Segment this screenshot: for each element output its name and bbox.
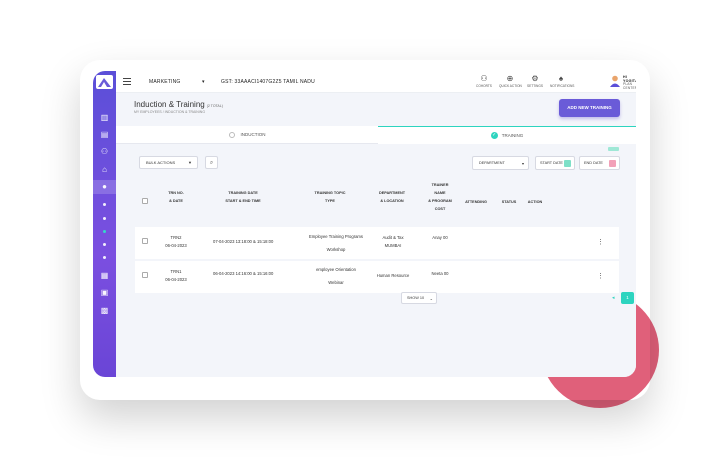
sidebar: ▥ ▤ ⚇ ⌂ ● ▦ ▣ ▩: [93, 71, 116, 377]
topic-cell: Employee Training Programs Workshop: [309, 234, 363, 252]
tab-indicator-chip: [608, 147, 619, 151]
department-cell: Audit & Tax MUMBAI: [382, 235, 404, 248]
tab-induction[interactable]: INDUCTION: [116, 126, 378, 144]
search-icon: ⌕: [209, 160, 214, 166]
topic-cell: employee Orientation Webinar: [316, 267, 356, 285]
caret-down-icon: ▼: [188, 160, 192, 165]
header-action: ACTION: [527, 200, 543, 204]
topbar: MARKETING ▾ GST: 33AAACI1407G2Z5 TAMIL N…: [116, 71, 636, 93]
dashboard-icon[interactable]: ▥: [99, 113, 110, 123]
table-row[interactable]: TRN1 06-04-2023 06-04-2023 14:16:00 & 15…: [135, 261, 619, 293]
building-icon[interactable]: ⌂: [99, 165, 110, 175]
settings-button[interactable]: ⚙ SETTINGS: [524, 74, 546, 88]
calendar-icon: [609, 160, 616, 167]
header-status: STATUS: [501, 200, 517, 204]
check-icon: ✓: [490, 132, 498, 140]
sidebar-subitem[interactable]: [103, 217, 106, 220]
header-attending: ATTENDING: [465, 200, 487, 204]
sidebar-subitem-active[interactable]: [103, 230, 106, 233]
table-row[interactable]: TRN2 06-04-2023 07-04-2023 13:18:00 & 15…: [135, 227, 619, 259]
sidebar-subitem[interactable]: [103, 256, 106, 259]
trn-cell: TRN1 06-04-2023: [165, 269, 187, 282]
caret-down-icon: ⌄: [429, 296, 433, 301]
select-all-checkbox[interactable]: [142, 198, 148, 204]
tab-training[interactable]: ✓ TRAINING: [378, 126, 636, 144]
trn-cell: TRN2 06-04-2023: [165, 235, 187, 248]
header-topic: TRAINING TOPIC TYPE: [314, 191, 346, 203]
quick-action-icon: ⊕: [506, 74, 514, 83]
avatar[interactable]: [610, 74, 620, 87]
documents-icon[interactable]: ▤: [99, 130, 110, 140]
row-checkbox[interactable]: [142, 272, 148, 278]
employee-icon[interactable]: ●: [99, 182, 110, 192]
training-date-cell: 06-04-2023 14:16:00 & 15:16:00: [213, 271, 274, 276]
start-date-input[interactable]: START DATE: [535, 156, 575, 170]
settings-icon: ⚙: [531, 74, 539, 83]
prev-page-icon[interactable]: ◂: [612, 295, 615, 301]
company-dropdown-caret[interactable]: ▾: [202, 79, 205, 85]
sidebar-subitem[interactable]: [103, 203, 106, 206]
row-checkbox[interactable]: [142, 238, 148, 244]
end-date-input[interactable]: END DATE: [579, 156, 620, 170]
calendar-icon: [564, 160, 571, 167]
cohorts-icon: ⚇: [480, 74, 488, 83]
company-select[interactable]: MARKETING: [149, 79, 181, 85]
add-new-training-button[interactable]: ADD NEW TRAINING: [559, 99, 620, 117]
page-size-select[interactable]: SHOW 10 ⌄: [401, 292, 437, 304]
notifications-button[interactable]: ♠ NOTIFICATIONS: [550, 74, 574, 88]
more-options-icon[interactable]: ⋮: [597, 239, 604, 246]
tab-bar: INDUCTION ✓ TRAINING: [116, 126, 636, 144]
cohorts-button[interactable]: ⚇ COHORTS: [473, 74, 495, 88]
main-content: Induction & Training (2 TOTAL) MY EMPLOYE…: [116, 93, 636, 377]
department-cell: Human Resource: [376, 273, 410, 278]
bell-icon: ♠: [558, 74, 564, 83]
radio-icon: [228, 131, 235, 138]
training-date-cell: 07-04-2023 13:18:00 & 15:18:00: [213, 239, 274, 244]
table-header: TRN NO. & DATE TRAINING DATE START & END…: [135, 181, 619, 225]
caret-down-icon: ▾: [521, 161, 524, 166]
sidebar-subitem[interactable]: [103, 243, 106, 246]
bulk-actions-select[interactable]: BULK ACTIONS ▼: [139, 156, 198, 169]
search-button[interactable]: ⌕: [205, 156, 218, 169]
more-options-icon[interactable]: ⋮: [597, 273, 604, 280]
breadcrumb: MY EMPLOYEES / INDUCTION & TRAINING: [134, 110, 206, 114]
trainer-cell: Neeta 00: [431, 271, 449, 276]
header-department: DEPARTMENT & LOCATION: [378, 191, 406, 203]
wallet-icon[interactable]: ▩: [99, 306, 110, 316]
logo: [96, 75, 113, 89]
total-count: (2 TOTAL): [206, 104, 223, 108]
header-training-date: TRAINING DATE START & END TIME: [225, 191, 261, 203]
app-window: ▥ ▤ ⚇ ⌂ ● ▦ ▣ ▩ MARKETING ▾ GST: 33AAACI…: [93, 71, 636, 377]
files-icon[interactable]: ▣: [99, 288, 110, 298]
quick-action-button[interactable]: ⊕ QUICK ACTION: [499, 74, 522, 88]
gst-info: GST: 33AAACI1407G2Z5 TAMIL NADU: [221, 79, 315, 85]
trainer-cell: Anay 00: [432, 235, 448, 240]
team-icon[interactable]: ⚇: [99, 147, 110, 157]
header-trn: TRN NO. & DATE: [168, 191, 184, 203]
reports-icon[interactable]: ▦: [99, 271, 110, 281]
page-number-current[interactable]: 1: [621, 292, 634, 304]
plan-center-link[interactable]: PLAN CENTER: [623, 82, 636, 90]
department-select[interactable]: DEPARTMENT ▾: [472, 156, 529, 170]
menu-icon[interactable]: [123, 78, 131, 85]
header-trainer: TRAINER NAME & PROGRAM COST: [428, 183, 452, 211]
page-title: Induction & Training (2 TOTAL): [134, 100, 223, 109]
